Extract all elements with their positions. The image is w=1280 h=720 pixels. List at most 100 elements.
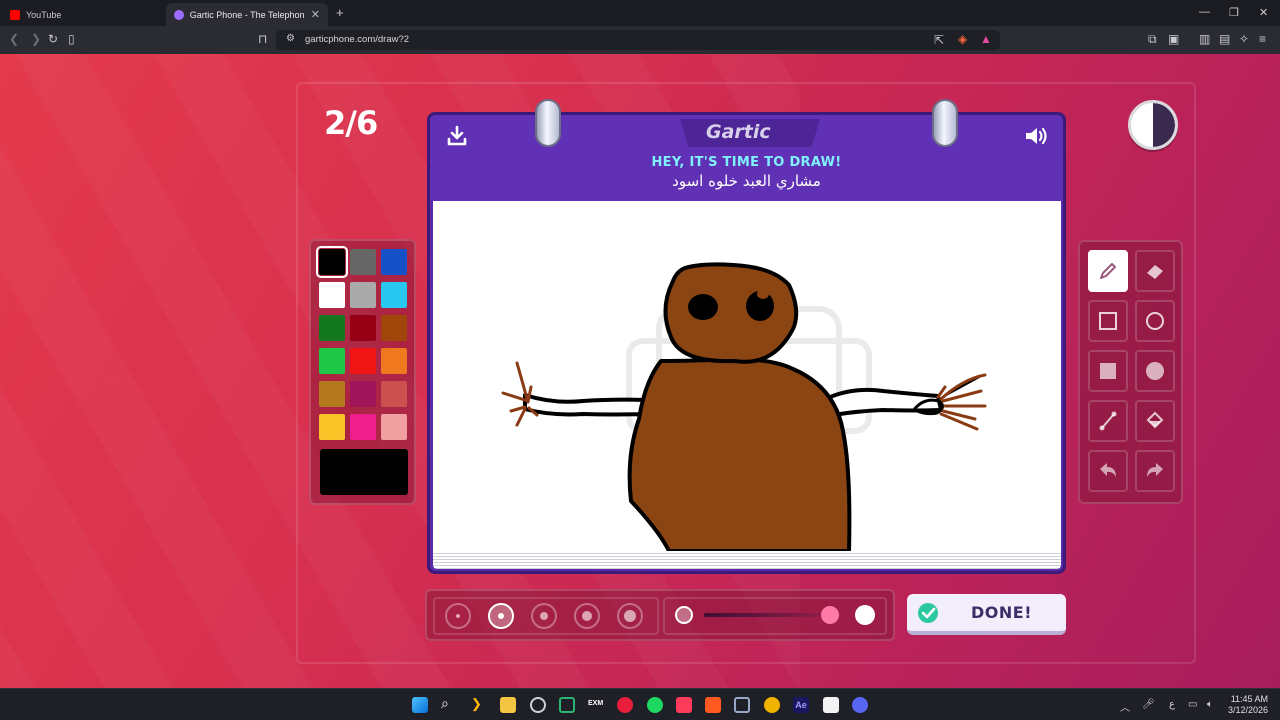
leo-ai-icon[interactable]: ✧ <box>1239 32 1249 46</box>
eraser-tool-button[interactable] <box>1135 250 1175 292</box>
url-text[interactable]: garticphone.com/draw?2 <box>305 34 409 45</box>
screenshot-icon[interactable]: ▣ <box>1168 32 1179 46</box>
file-explorer-icon[interactable] <box>500 697 516 713</box>
discord-icon[interactable] <box>852 697 868 713</box>
opacity-min-indicator <box>675 606 693 624</box>
undo-icon <box>1100 463 1116 477</box>
rectangle-fill-tool-button[interactable] <box>1088 350 1128 392</box>
color-swatch[interactable] <box>381 381 407 407</box>
color-swatch[interactable] <box>350 381 376 407</box>
brave-rewards-icon[interactable]: ▲ <box>980 32 992 46</box>
color-swatch[interactable] <box>381 315 407 341</box>
notebook-page-edges <box>433 551 1061 569</box>
tab-gartic-phone[interactable]: Gartic Phone - The Telephone Ga ✕ <box>166 3 328 26</box>
notebook-ring-left <box>535 99 561 147</box>
clock-time: 11:45 AM <box>1230 694 1269 704</box>
drawing-strokes <box>501 262 987 553</box>
rectangle-outline-tool-button[interactable] <box>1088 300 1128 342</box>
color-swatch[interactable] <box>381 249 407 275</box>
opacity-max-indicator <box>855 605 875 625</box>
color-swatch[interactable] <box>319 348 345 374</box>
color-swatch[interactable] <box>381 348 407 374</box>
brush-size-button[interactable] <box>488 603 514 629</box>
input-language[interactable]: ع <box>1169 699 1175 710</box>
wallet-icon[interactable]: ▤ <box>1219 32 1230 46</box>
fill-bucket-tool-button[interactable] <box>1135 400 1175 442</box>
line-tool-button[interactable] <box>1088 400 1128 442</box>
brush-size-dot <box>540 612 548 620</box>
xbox-app-icon[interactable] <box>559 697 575 713</box>
chrome-icon[interactable] <box>530 697 546 713</box>
media-player-icon[interactable] <box>617 697 633 713</box>
sidebar-icon[interactable]: ▯ <box>68 32 75 46</box>
restore-button[interactable]: ❐ <box>1229 6 1239 19</box>
notebook-header: Gartic HEY, IT'S TIME TO DRAW! مشاري الع… <box>430 115 1063 201</box>
network-icon[interactable]: ▭ <box>1188 699 1197 710</box>
color-swatch[interactable] <box>319 414 345 440</box>
color-swatch[interactable] <box>381 414 407 440</box>
draw-instruction: HEY, IT'S TIME TO DRAW! <box>651 155 842 170</box>
task-view-icon[interactable]: ❯ <box>471 696 487 712</box>
done-button[interactable]: DONE! <box>907 594 1066 635</box>
volume-icon[interactable]: 🔈︎ <box>1207 699 1213 710</box>
share-icon[interactable]: ⇱ <box>934 33 944 47</box>
color-swatch[interactable] <box>319 315 345 341</box>
forward-icon[interactable]: ❯ <box>31 32 41 46</box>
ellipse-outline-icon <box>1146 312 1164 330</box>
download-icon[interactable] <box>446 125 468 147</box>
bookmark-icon[interactable]: ⊓ <box>258 32 267 46</box>
window-app-icon[interactable] <box>734 697 750 713</box>
spotify-icon[interactable] <box>647 697 663 713</box>
brush-size-button[interactable] <box>617 603 643 629</box>
color-swatch[interactable] <box>350 282 376 308</box>
apple-music-icon[interactable] <box>676 697 692 713</box>
undo-button[interactable] <box>1088 450 1128 492</box>
notepad-icon[interactable] <box>823 697 839 713</box>
color-swatch[interactable] <box>350 414 376 440</box>
close-window-button[interactable]: ✕ <box>1259 6 1268 19</box>
opacity-slider-thumb[interactable] <box>821 606 839 624</box>
color-swatch[interactable] <box>319 282 345 308</box>
show-hidden-icons[interactable]: ︿ <box>1120 699 1130 714</box>
brave-icon[interactable] <box>705 697 721 713</box>
brave-shields-icon[interactable]: ◈ <box>958 32 967 46</box>
search-icon[interactable]: ⌕ <box>441 695 457 711</box>
close-tab-icon[interactable]: ✕ <box>311 8 320 21</box>
color-swatch[interactable] <box>350 249 376 275</box>
back-icon[interactable]: ❮ <box>9 32 19 46</box>
brush-size-button[interactable] <box>445 603 471 629</box>
brush-size-button[interactable] <box>531 603 557 629</box>
brush-size-button[interactable] <box>574 603 600 629</box>
ellipse-fill-tool-button[interactable] <box>1135 350 1175 392</box>
minimize-button[interactable]: — <box>1199 6 1210 18</box>
notebook-ring-right <box>932 99 958 147</box>
site-info-icon[interactable]: ⚙ <box>286 33 295 44</box>
system-clock[interactable]: 11:45 AM 3/12/2026 <box>1228 694 1268 716</box>
color-swatch[interactable] <box>350 348 376 374</box>
windows-taskbar: ⌕ ❯ EXM Ae ︿ 🎤︎ ع ▭ 🔈︎ 11:45 AM 3/12/202… <box>0 688 1280 720</box>
drawing-prompt: مشاري العبد خلوه اسود <box>672 172 821 190</box>
sound-icon[interactable] <box>1024 125 1050 147</box>
reload-icon[interactable]: ↻ <box>48 32 58 46</box>
color-swatch[interactable] <box>319 381 345 407</box>
brush-size-dot <box>582 611 592 621</box>
drawing-canvas[interactable] <box>433 201 1061 553</box>
color-swatch[interactable] <box>316 246 348 278</box>
extensions-icon[interactable]: ⧉ <box>1148 32 1157 47</box>
exam-app-icon[interactable]: EXM <box>588 700 604 716</box>
pencil-tool-button[interactable] <box>1088 250 1128 292</box>
brush-size-dot <box>624 610 636 622</box>
drawing-notebook: Gartic HEY, IT'S TIME TO DRAW! مشاري الع… <box>427 99 1066 574</box>
sidebar-toggle-icon[interactable]: ▥ <box>1199 32 1210 46</box>
color-swatch[interactable] <box>350 315 376 341</box>
tab-youtube[interactable]: YouTube <box>2 3 162 26</box>
color-swatch[interactable] <box>381 282 407 308</box>
microphone-icon[interactable]: 🎤︎ <box>1142 699 1155 710</box>
start-icon[interactable] <box>412 697 428 713</box>
emoji-app-icon[interactable] <box>764 697 780 713</box>
ellipse-outline-tool-button[interactable] <box>1135 300 1175 342</box>
redo-button[interactable] <box>1135 450 1175 492</box>
new-tab-button[interactable]: + <box>336 5 344 20</box>
menu-icon[interactable]: ≡ <box>1259 32 1266 46</box>
after-effects-icon[interactable]: Ae <box>793 697 809 713</box>
